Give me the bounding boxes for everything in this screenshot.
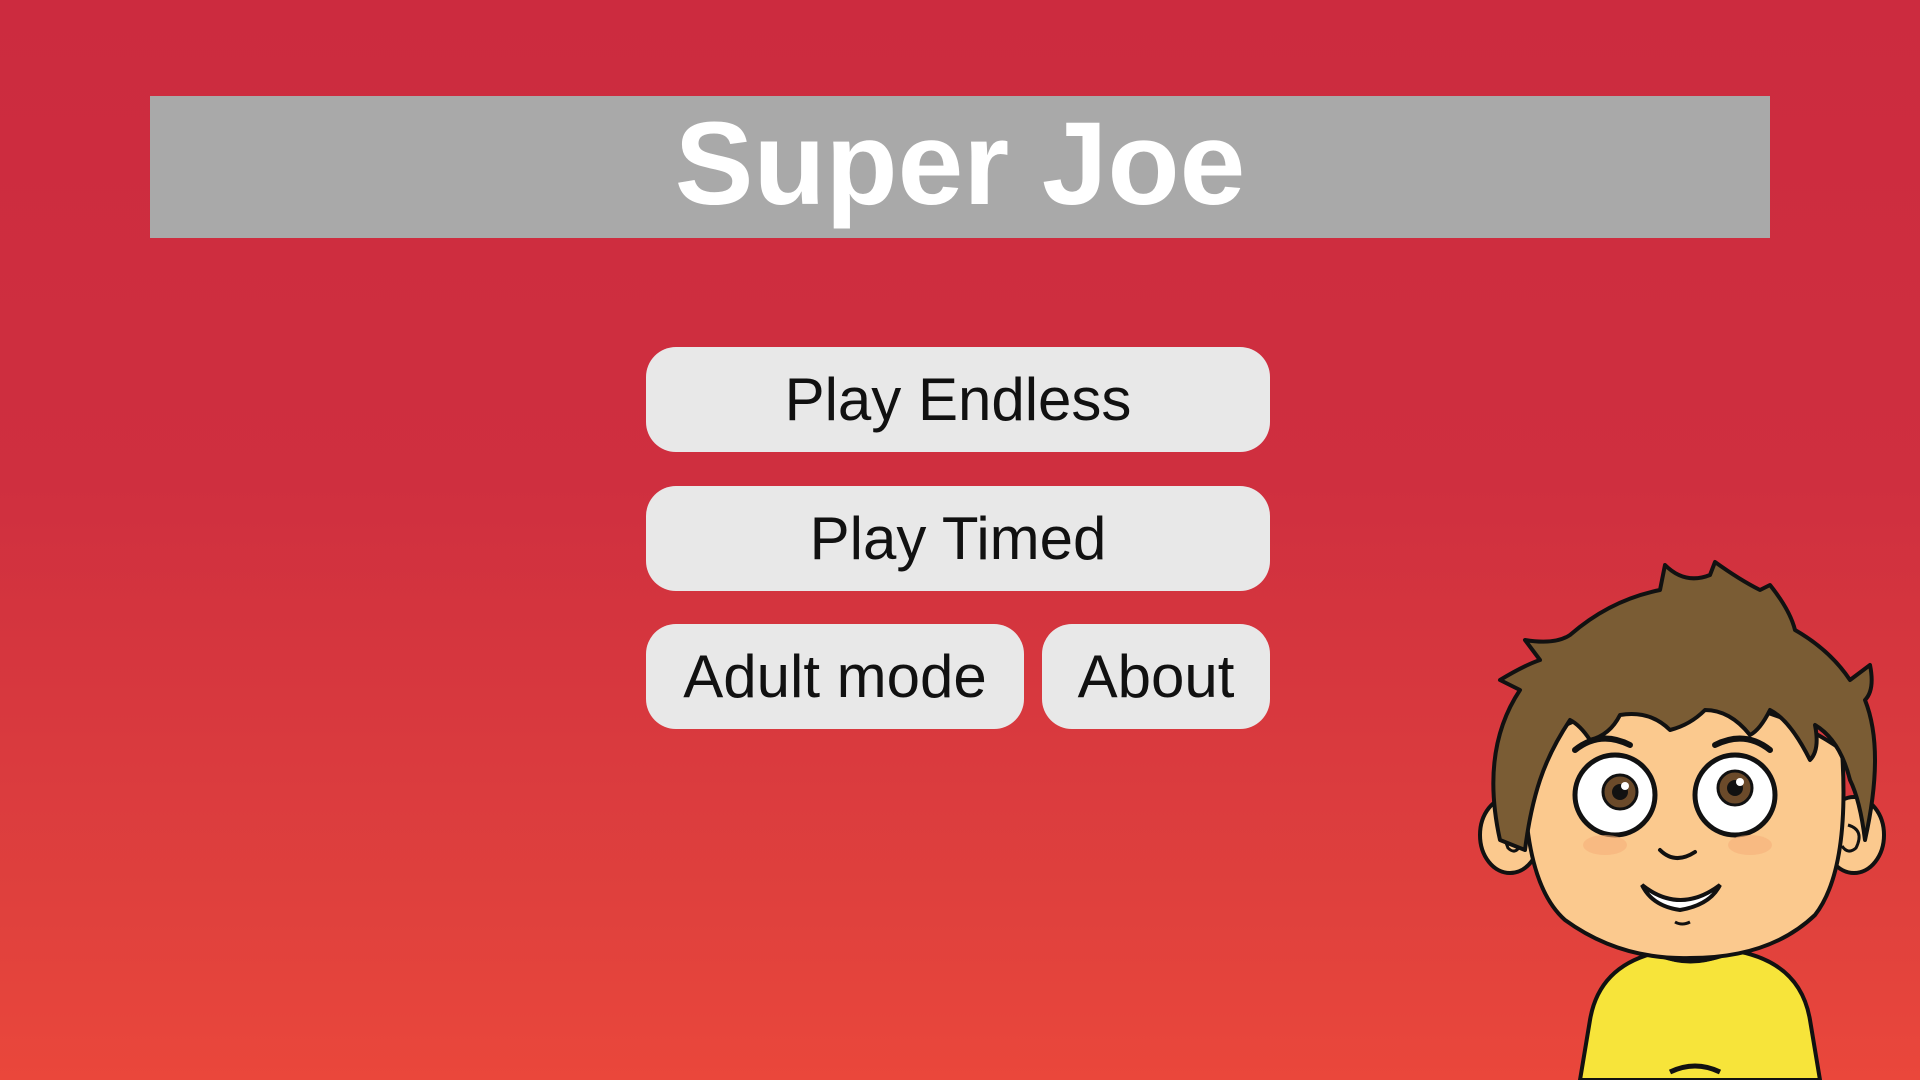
boy-character-icon <box>1478 560 1886 1080</box>
title-banner: Super Joe <box>150 96 1770 238</box>
play-endless-button[interactable]: Play Endless <box>646 347 1270 452</box>
adult-mode-button[interactable]: Adult mode <box>646 624 1024 729</box>
about-button[interactable]: About <box>1042 624 1270 729</box>
game-title: Super Joe <box>674 98 1246 230</box>
shirt <box>1577 948 1823 1080</box>
play-timed-button[interactable]: Play Timed <box>646 486 1270 591</box>
